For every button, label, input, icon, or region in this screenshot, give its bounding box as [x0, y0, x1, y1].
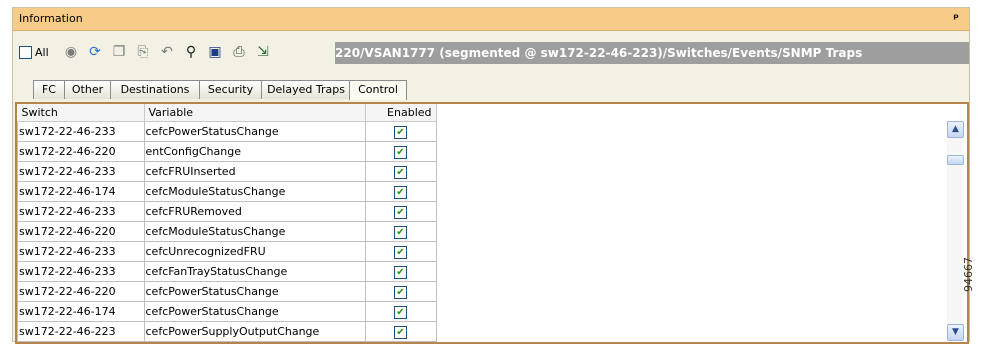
enabled-cell[interactable]: ✔ — [364, 281, 437, 302]
switch-cell[interactable]: sw172-22-46-220 — [17, 281, 145, 302]
variable-cell[interactable]: cefcFRURemoved — [143, 201, 366, 222]
panel-title: Information — [19, 12, 83, 25]
enabled-checkbox[interactable]: ✔ — [394, 265, 407, 279]
toolbar: All ◉ ⟳ ❐ ⎘ ↶ ⚲ ▣ ⎙ ⇲ 220/VSAN1777 (segm… — [13, 31, 969, 69]
enabled-cell[interactable]: ✔ — [364, 261, 437, 282]
variable-cell[interactable]: cefcPowerStatusChange — [143, 281, 366, 302]
switch-cell[interactable]: sw172-22-46-233 — [17, 241, 145, 262]
variable-cell[interactable]: cefcPowerStatusChange — [143, 121, 366, 142]
table-row[interactable]: sw172-22-46-233 cefcFRURemoved ✔ — [17, 201, 437, 222]
switch-cell[interactable]: sw172-22-46-174 — [17, 181, 145, 202]
enabled-cell[interactable]: ✔ — [364, 241, 437, 262]
tab-control[interactable]: Control — [349, 80, 407, 100]
enabled-cell[interactable]: ✔ — [364, 181, 437, 202]
control-table: Switch Variable Enabled sw172-22-46-233 c… — [17, 104, 437, 342]
column-header-enabled[interactable]: Enabled — [365, 104, 437, 122]
switch-cell[interactable]: sw172-22-46-220 — [17, 221, 145, 242]
tab-strip: FC Other Destinations Security Delayed T… — [13, 80, 969, 100]
variable-cell[interactable]: cefcUnrecognizedFRU — [143, 241, 366, 262]
enabled-cell[interactable]: ✔ — [364, 221, 437, 242]
table-row[interactable]: sw172-22-46-233 cefcUnrecognizedFRU ✔ — [17, 241, 437, 262]
switch-cell[interactable]: sw172-22-46-233 — [17, 161, 145, 182]
enabled-checkbox[interactable]: ✔ — [394, 245, 407, 259]
print-icon[interactable]: ⎙ — [229, 42, 249, 62]
scroll-up-icon[interactable]: ▲ — [947, 121, 964, 138]
tab-security[interactable]: Security — [199, 80, 262, 99]
variable-cell[interactable]: entConfigChange — [143, 141, 366, 162]
control-table-area: Switch Variable Enabled sw172-22-46-233 c… — [15, 102, 969, 344]
enabled-checkbox[interactable]: ✔ — [394, 165, 407, 179]
enabled-cell[interactable]: ✔ — [364, 161, 437, 182]
switch-cell[interactable]: sw172-22-46-233 — [17, 121, 145, 142]
table-row[interactable]: sw172-22-46-223 cefcPowerSupplyOutputChan… — [17, 321, 437, 342]
enabled-checkbox[interactable]: ✔ — [394, 205, 407, 219]
enabled-checkbox[interactable]: ✔ — [394, 125, 407, 139]
table-row[interactable]: sw172-22-46-220 cefcModuleStatusChange ✔ — [17, 221, 437, 242]
variable-cell[interactable]: cefcFanTrayStatusChange — [143, 261, 366, 282]
scroll-down-icon[interactable]: ▼ — [947, 324, 964, 341]
variable-cell[interactable]: cefcModuleStatusChange — [143, 221, 366, 242]
enabled-checkbox[interactable]: ✔ — [394, 225, 407, 239]
column-header-variable[interactable]: Variable — [144, 104, 366, 122]
select-all-label: All — [35, 46, 49, 59]
apply-icon[interactable]: ⟳ — [85, 42, 105, 62]
scroll-thumb[interactable] — [947, 155, 964, 165]
tab-destinations[interactable]: Destinations — [110, 80, 200, 99]
checkbox-icon[interactable] — [19, 46, 32, 59]
undo-icon[interactable]: ↶ — [157, 42, 177, 62]
breadcrumb-path: 220/VSAN1777 (segmented @ sw172-22-46-22… — [335, 42, 969, 64]
switch-cell[interactable]: sw172-22-46-233 — [17, 261, 145, 282]
save-icon[interactable]: ▣ — [205, 42, 225, 62]
table-row[interactable]: sw172-22-46-233 cefcFRUInserted ✔ — [17, 161, 437, 182]
enabled-checkbox[interactable]: ✔ — [394, 305, 407, 319]
table-row[interactable]: sw172-22-46-233 cefcFanTrayStatusChange ✔ — [17, 261, 437, 282]
tab-other[interactable]: Other — [64, 80, 111, 99]
tab-fc[interactable]: FC — [33, 80, 65, 99]
title-bar: Information ᵖ — [13, 8, 969, 31]
table-row[interactable]: sw172-22-46-233 cefcPowerStatusChange ✔ — [17, 121, 437, 142]
enabled-checkbox[interactable]: ✔ — [394, 285, 407, 299]
copy-icon[interactable]: ❐ — [109, 42, 129, 62]
table-row[interactable]: sw172-22-46-174 cefcPowerStatusChange ✔ — [17, 301, 437, 322]
enabled-cell[interactable]: ✔ — [364, 141, 437, 162]
switch-cell[interactable]: sw172-22-46-220 — [17, 141, 145, 162]
figure-id: 94667 — [962, 257, 975, 292]
find-icon[interactable]: ⚲ — [181, 42, 201, 62]
enabled-cell[interactable]: ✔ — [364, 121, 437, 142]
tab-delayed-traps[interactable]: Delayed Traps — [261, 80, 351, 99]
enabled-cell[interactable]: ✔ — [364, 201, 437, 222]
variable-cell[interactable]: cefcPowerSupplyOutputChange — [143, 321, 366, 342]
select-all-checkbox[interactable]: All — [19, 46, 49, 59]
paste-icon[interactable]: ⎘ — [133, 42, 153, 62]
information-panel: Information ᵖ All ◉ ⟳ ❐ ⎘ ↶ ⚲ ▣ ⎙ ⇲ 220/… — [12, 7, 970, 344]
table-row[interactable]: sw172-22-46-174 cefcModuleStatusChange ✔ — [17, 181, 437, 202]
table-row[interactable]: sw172-22-46-220 cefcPowerStatusChange ✔ — [17, 281, 437, 302]
switch-cell[interactable]: sw172-22-46-223 — [17, 321, 145, 342]
pin-icon[interactable]: ᵖ — [953, 11, 959, 25]
table-row[interactable]: sw172-22-46-220 entConfigChange ✔ — [17, 141, 437, 162]
enabled-checkbox[interactable]: ✔ — [394, 185, 407, 199]
enabled-checkbox[interactable]: ✔ — [394, 145, 407, 159]
refresh-icon[interactable]: ◉ — [61, 42, 81, 62]
switch-cell[interactable]: sw172-22-46-233 — [17, 201, 145, 222]
variable-cell[interactable]: cefcPowerStatusChange — [143, 301, 366, 322]
vertical-scrollbar[interactable]: ▲ ▼ — [947, 121, 964, 341]
switch-cell[interactable]: sw172-22-46-174 — [17, 301, 145, 322]
enabled-cell[interactable]: ✔ — [364, 301, 437, 322]
enabled-cell[interactable]: ✔ — [364, 321, 437, 342]
variable-cell[interactable]: cefcFRUInserted — [143, 161, 366, 182]
column-header-switch[interactable]: Switch — [17, 104, 145, 122]
variable-cell[interactable]: cefcModuleStatusChange — [143, 181, 366, 202]
enabled-checkbox[interactable]: ✔ — [394, 325, 407, 339]
export-icon[interactable]: ⇲ — [253, 42, 273, 62]
